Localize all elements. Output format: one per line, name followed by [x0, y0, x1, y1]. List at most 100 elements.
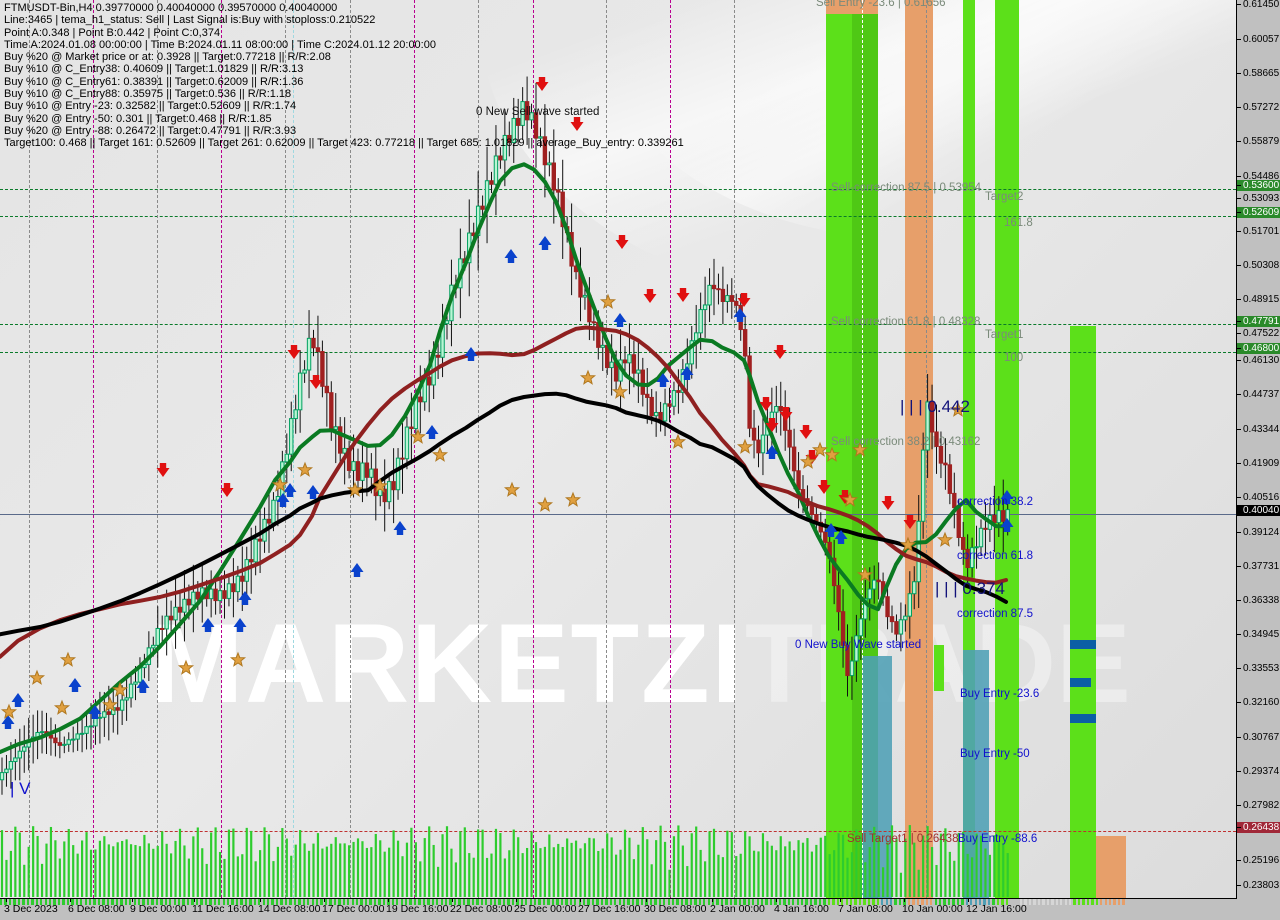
volume-bar: [988, 854, 991, 897]
price-tick-23: 0.36338: [1237, 595, 1280, 606]
time-strip-tick: [1086, 899, 1090, 905]
time-mark-6: [388, 899, 389, 902]
volume-bar: [610, 837, 613, 897]
volume-bar: [254, 861, 257, 897]
volume-bar: [121, 840, 124, 897]
volume-bar: [485, 857, 489, 897]
volume-bar: [766, 841, 769, 897]
volume-bar: [681, 845, 684, 897]
time-tick-8: 25 Dec 00:00: [514, 903, 577, 915]
volume-bar: [770, 845, 773, 897]
volume-bar: [726, 830, 729, 897]
volume-bar: [441, 834, 444, 897]
price-tick-20: 0.40040: [1237, 505, 1280, 516]
volume-bar: [752, 850, 756, 897]
volume-bar: [414, 842, 417, 897]
info-line-0: FTMUSDT-Bin,H4 0.39770000 0.40040000 0.3…: [4, 2, 338, 14]
time-strip-tick: [1064, 899, 1067, 905]
time-scale[interactable]: 3 Dec 2023 6 Dec 08:00 9 Dec 00:00 11 Dec 1…: [0, 899, 1280, 920]
volume-bar: [401, 856, 404, 897]
volume-bar: [570, 842, 573, 897]
volume-bar: [579, 848, 582, 897]
volume-bar: [601, 848, 604, 897]
chart-info-block: FTMUSDT-Bin,H4 0.39770000 0.40040000 0.3…: [4, 2, 684, 150]
volume-bar: [112, 846, 115, 897]
volume-bar: [348, 845, 351, 897]
annotation-point-b-value: | | | 0.442: [900, 397, 970, 416]
chart-window: MARKETZI TRADE: [0, 0, 1280, 920]
volume-bar: [325, 846, 328, 897]
price-tick-25: 0.33553: [1237, 663, 1280, 674]
star-marker-icon: [811, 441, 829, 457]
time-tick-12: 4 Jan 16:00: [774, 903, 829, 915]
volume-bar: [686, 866, 689, 897]
volume-bar: [0, 830, 4, 897]
volume-bar: [170, 853, 173, 897]
volume-bar: [81, 840, 84, 897]
annotation-buy-entry-886: Buy Entry -88.6: [958, 833, 1038, 845]
info-line-8: Buy %10 @ Entry -23: 0.32582 || Target:0…: [4, 100, 297, 113]
volume-bar: [361, 841, 364, 897]
volume-bar: [356, 838, 360, 897]
buy-arrow-icon: [238, 591, 252, 605]
time-strip-tick: [1095, 899, 1099, 905]
buy-arrow-icon: [464, 347, 478, 361]
star-marker-icon: [536, 496, 554, 512]
buy-arrow-icon: [538, 236, 552, 250]
info-line-5: Buy %10 @ C_Entry38: 0.40609 || Target:1…: [4, 63, 304, 76]
time-strip-tick: [1051, 899, 1054, 905]
time-tick-3: 11 Dec 16:00: [192, 903, 254, 915]
volume-bar: [650, 864, 653, 897]
volume-bar: [677, 825, 680, 897]
price-tick-19: 0.40516: [1237, 492, 1280, 503]
time-tick-6: 19 Dec 16:00: [386, 903, 449, 915]
volume-bar: [379, 840, 382, 897]
annotation-sell-entry-236: Sell Entry -23.6 | 0.61656: [816, 0, 946, 9]
volume-bar: [267, 834, 271, 897]
price-scale[interactable]: 0.61450 0.60057 0.58665 0.57272 0.55879 0.544…: [1237, 0, 1280, 898]
time-tick-7: 22 Dec 08:00: [450, 903, 513, 915]
buy-arrow-icon: [613, 313, 627, 327]
time-tick-2: 9 Dec 00:00: [130, 903, 187, 915]
volume-bar: [721, 857, 724, 897]
sell-arrow-icon: [220, 483, 234, 497]
info-line-7: Buy %10 @ C_Entry88: 0.35975 || Target:0…: [4, 88, 292, 101]
volume-bar: [534, 842, 538, 897]
annotation-correction-875: correction 87.5: [957, 608, 1034, 620]
star-marker-icon: [53, 699, 71, 715]
buy-arrow-icon: [283, 483, 297, 497]
volume-bar: [481, 829, 484, 897]
volume-bar: [40, 863, 44, 897]
time-mark-5: [324, 899, 325, 902]
volume-bar: [735, 856, 738, 897]
volume-bar: [672, 836, 676, 897]
price-tick-21: 0.39124: [1237, 527, 1280, 538]
volume-bar: [717, 854, 720, 897]
volume-bar: [374, 833, 377, 897]
time-strip-tick: [1042, 899, 1045, 905]
time-strip-tick: [898, 899, 902, 905]
price-tick-18: 0.41909: [1237, 458, 1280, 469]
price-chart-plot[interactable]: MARKETZI TRADE: [0, 0, 1237, 899]
volume-bar: [846, 857, 849, 897]
star-marker-icon: [503, 481, 521, 497]
volume-bar: [463, 827, 466, 897]
star-marker-icon: [28, 669, 46, 685]
volume-bar: [850, 852, 854, 897]
buy-arrow-icon: [201, 618, 215, 632]
volume-bar: [775, 850, 778, 897]
volume-bar: [129, 844, 133, 897]
volume-bar: [263, 827, 266, 897]
volume-bar: [757, 851, 760, 897]
volume-bar: [183, 845, 186, 897]
annotation-buy-entry-236: Buy Entry -23.6: [960, 688, 1040, 700]
time-strip-tick: [1100, 899, 1103, 905]
time-strip-tick: [1046, 899, 1050, 905]
volume-bar: [205, 863, 208, 897]
volume-bar: [383, 851, 386, 897]
volume-bar: [552, 847, 555, 897]
annotation-sell-correction-875: Sell-correction 87.5 | 0.53954: [831, 182, 982, 194]
time-tick-10: 30 Dec 08:00: [644, 903, 707, 915]
time-mark-3: [194, 899, 195, 902]
volume-bar: [156, 845, 159, 897]
